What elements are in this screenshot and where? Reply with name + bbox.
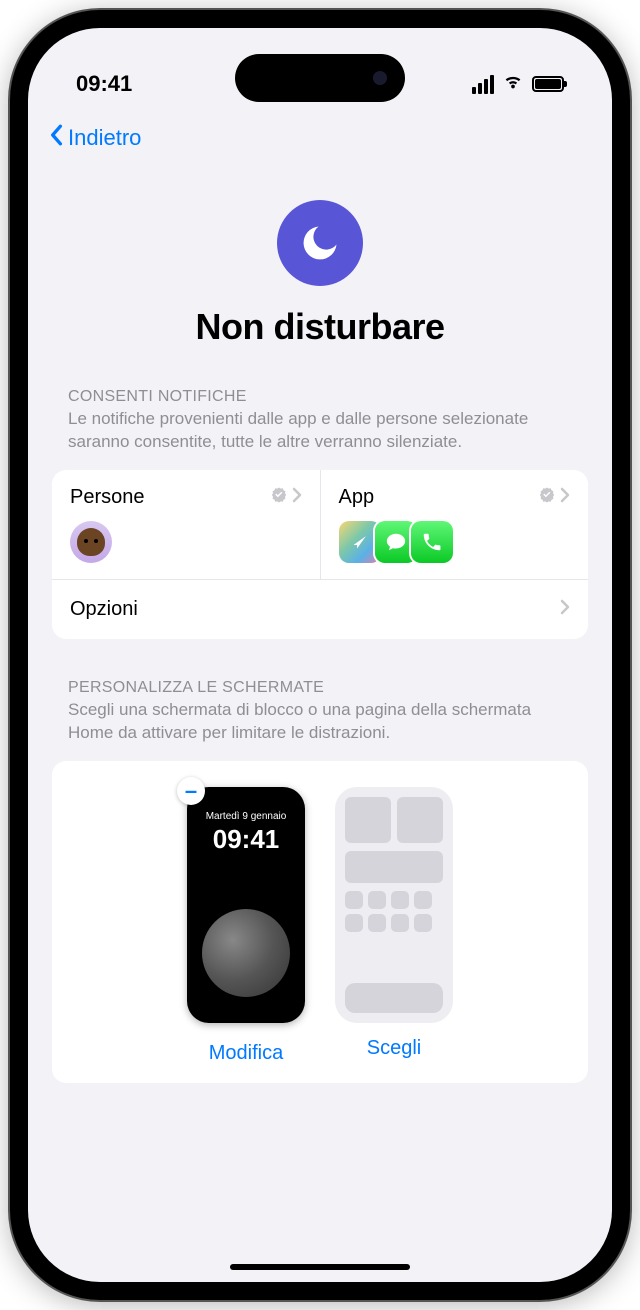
phone-app-icon — [411, 521, 453, 563]
people-row[interactable]: Persone — [52, 470, 321, 579]
options-label: Opzioni — [70, 598, 138, 621]
focus-header: Non disturbare — [52, 160, 588, 388]
lock-preview-time: 09:41 — [187, 824, 305, 855]
apps-row[interactable]: App — [321, 470, 589, 579]
verified-icon — [270, 486, 288, 509]
chevron-right-icon — [560, 487, 570, 508]
verified-icon — [538, 486, 556, 509]
moon-icon — [277, 200, 363, 286]
options-row[interactable]: Opzioni — [52, 579, 588, 639]
wifi-icon — [502, 70, 524, 98]
contact-avatar — [70, 521, 112, 563]
edit-lock-screen-button[interactable]: Modifica — [187, 1042, 305, 1065]
back-label: Indietro — [68, 125, 141, 151]
cellular-icon — [472, 75, 494, 94]
remove-lock-screen-button[interactable]: – — [177, 777, 205, 805]
status-time: 09:41 — [76, 71, 132, 97]
chevron-right-icon — [560, 598, 570, 621]
people-label: Persone — [70, 486, 145, 509]
home-indicator[interactable] — [230, 1264, 410, 1270]
home-screen-placeholder[interactable] — [335, 787, 453, 1023]
dynamic-island — [235, 54, 405, 102]
customize-desc: Scegli una schermata di blocco o una pag… — [68, 699, 572, 745]
back-button[interactable]: Indietro — [48, 124, 141, 152]
moon-wallpaper-icon — [202, 909, 290, 997]
lock-screen-preview[interactable]: Martedì 9 gennaio 09:41 — [187, 787, 305, 1023]
page-title: Non disturbare — [52, 306, 588, 348]
allow-notifications-header: CONSENTI NOTIFICHE — [68, 388, 572, 406]
apps-label: App — [339, 486, 375, 509]
battery-icon — [532, 76, 564, 92]
chevron-right-icon — [292, 487, 302, 508]
allow-notifications-desc: Le notifiche provenienti dalle app e dal… — [68, 408, 572, 454]
chevron-left-icon — [48, 124, 64, 152]
customize-header: PERSONALIZZA LE SCHERMATE — [68, 679, 572, 697]
choose-home-screen-button[interactable]: Scegli — [335, 1037, 453, 1060]
